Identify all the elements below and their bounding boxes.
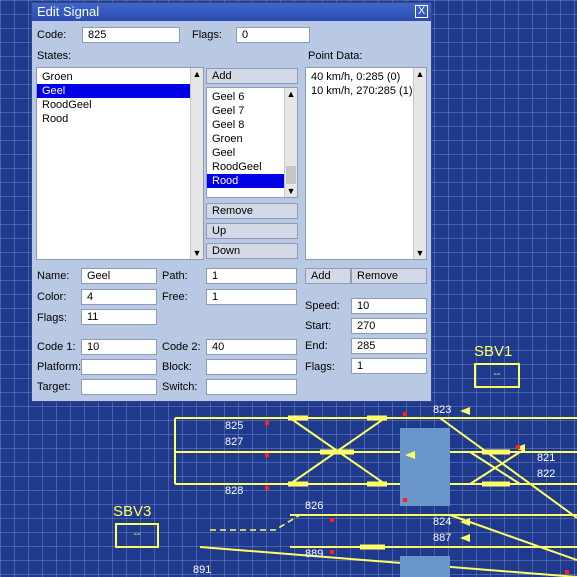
states-list[interactable]: Groen Geel RoodGeel Rood ▲ ▼ [36, 67, 204, 260]
name-field[interactable]: Geel [81, 268, 157, 284]
point-data-item[interactable]: 40 km/h, 0:285 (0) [306, 70, 426, 84]
signal-box-sbv1[interactable]: -- [474, 363, 520, 388]
code1-field[interactable]: 10 [81, 339, 157, 355]
track-label: 889 [305, 548, 324, 560]
scroll-down-icon[interactable]: ▼ [191, 247, 203, 259]
track-label: 827 [225, 436, 244, 448]
track-label: 823 [433, 404, 452, 416]
start-label: Start: [305, 320, 332, 332]
point-data-item[interactable]: 10 km/h, 270:285 (1) [306, 84, 426, 98]
dialog-title: Edit Signal [37, 4, 100, 19]
track-label: 891 [193, 564, 212, 576]
point-flags-label: Flags: [305, 361, 335, 373]
switch-label: Switch: [162, 381, 198, 393]
free-label: Free: [162, 291, 188, 303]
code1-label: Code 1: [37, 341, 76, 353]
close-icon[interactable]: X [415, 5, 428, 18]
flags-field[interactable]: 0 [236, 27, 310, 43]
state-item[interactable]: Groen [37, 70, 203, 84]
edit-signal-dialog: Edit Signal X Code: 825 Flags: 0 States:… [31, 2, 432, 402]
state-flags-field[interactable]: 11 [81, 309, 157, 325]
platform-label: Platform: [37, 361, 82, 373]
state-flags-label: Flags: [37, 312, 67, 324]
track-label: 822 [537, 468, 556, 480]
block-field[interactable] [206, 359, 297, 375]
platform-block [400, 428, 450, 506]
point-data-list[interactable]: 40 km/h, 0:285 (0) 10 km/h, 270:285 (1) … [305, 67, 427, 260]
platform-block [400, 556, 450, 577]
track-label: 828 [225, 485, 244, 497]
point-data-label: Point Data: [308, 50, 363, 62]
color-field[interactable]: 4 [81, 289, 157, 305]
block-label: Block: [162, 361, 192, 373]
switch-field[interactable] [206, 379, 297, 395]
dialog-titlebar[interactable]: Edit Signal X [32, 3, 431, 21]
scroll-up-icon[interactable]: ▲ [414, 68, 426, 80]
path-field[interactable]: 1 [206, 268, 297, 284]
signal-box-sbv3[interactable]: -- [115, 523, 159, 548]
signal-label-sbv3: SBV3 [113, 503, 152, 520]
state-item[interactable]: RoodGeel [37, 98, 203, 112]
color-label: Color: [37, 291, 67, 303]
states-scrollbar[interactable]: ▲ ▼ [190, 68, 203, 259]
track-label: 826 [305, 500, 324, 512]
point-flags-field[interactable]: 1 [351, 358, 427, 374]
point-data-scrollbar[interactable]: ▲ ▼ [413, 68, 426, 259]
state-item[interactable]: Rood [37, 112, 203, 126]
speed-label: Speed: [305, 300, 340, 312]
track-label: 887 [433, 532, 452, 544]
aspects-list[interactable]: Geel 6 Geel 7 Geel 8 Groen Geel RoodGeel… [206, 87, 298, 198]
state-item[interactable]: Geel [37, 84, 203, 98]
code-field[interactable]: 825 [82, 27, 180, 43]
start-field[interactable]: 270 [351, 318, 427, 334]
aspects-scrollbar[interactable]: ▲ ▼ [284, 88, 297, 197]
target-label: Target: [37, 381, 71, 393]
scroll-down-icon[interactable]: ▼ [414, 247, 426, 259]
add-state-button[interactable]: Add [206, 68, 298, 84]
scroll-up-icon[interactable]: ▲ [285, 88, 297, 100]
end-field[interactable]: 285 [351, 338, 427, 354]
remove-state-button[interactable]: Remove [206, 203, 298, 219]
speed-field[interactable]: 10 [351, 298, 427, 314]
track-label: 821 [537, 452, 556, 464]
up-button[interactable]: Up [206, 223, 298, 239]
dashed-track [210, 514, 301, 531]
code2-label: Code 2: [162, 341, 201, 353]
scroll-down-icon[interactable]: ▼ [285, 185, 297, 197]
add-point-button[interactable]: Add [305, 268, 351, 284]
end-label: End: [305, 340, 328, 352]
free-field[interactable]: 1 [206, 289, 297, 305]
states-label: States: [37, 50, 72, 62]
track-label: 824 [433, 516, 452, 528]
target-field[interactable] [81, 379, 157, 395]
code-label: Code: [37, 29, 67, 41]
name-label: Name: [37, 270, 70, 282]
scroll-up-icon[interactable]: ▲ [191, 68, 203, 80]
flags-label: Flags: [192, 29, 222, 41]
track-label: 825 [225, 420, 244, 432]
remove-point-button[interactable]: Remove [351, 268, 427, 284]
track-crossing-bars [288, 415, 510, 550]
code2-field[interactable]: 40 [206, 339, 297, 355]
signal-label-sbv1: SBV1 [474, 343, 513, 360]
scroll-thumb[interactable] [286, 166, 296, 184]
path-label: Path: [162, 270, 188, 282]
down-button[interactable]: Down [206, 243, 298, 259]
platform-field[interactable] [81, 359, 157, 375]
